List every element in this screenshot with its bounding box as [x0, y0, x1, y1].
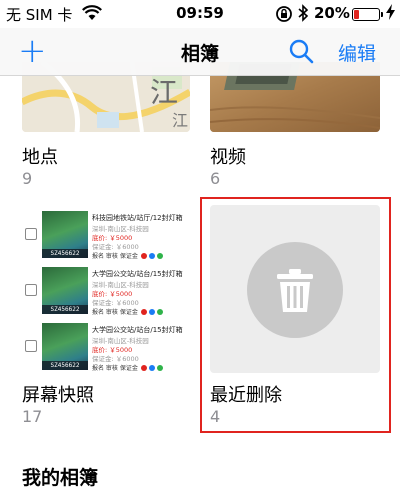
- battery-percent: 20%: [314, 4, 350, 22]
- edit-button[interactable]: 编辑: [338, 39, 376, 66]
- bluetooth-icon: [298, 4, 309, 26]
- billboard-photo: SZ456622: [42, 267, 88, 314]
- album-screenshots-name[interactable]: 屏幕快照: [22, 381, 94, 407]
- checkbox-icon: [25, 228, 37, 240]
- search-icon[interactable]: [288, 38, 314, 64]
- screenshot-list-item: SZ456622 大学园公交站/站台/15封灯箱 深圳-南山区-科技园 底价: …: [22, 323, 190, 373]
- battery-icon: [352, 8, 380, 21]
- album-screenshots-thumbnail[interactable]: SZ456622 科技园地铁站/站厅/12封灯箱 深圳-南山区-科技园 底价: …: [22, 205, 190, 373]
- album-places-name[interactable]: 地点: [22, 143, 58, 169]
- billboard-photo: SZ456622: [42, 323, 88, 370]
- status-bar: 无 SIM 卡 09:59 20%: [0, 0, 400, 28]
- section-title-my-albums: 我的相簿: [22, 467, 99, 489]
- album-videos-count: 6: [210, 169, 221, 188]
- map-label-small: 江: [172, 111, 188, 130]
- album-videos-name[interactable]: 视频: [210, 143, 246, 169]
- checkbox-icon: [25, 340, 37, 352]
- screenshot-list-item: SZ456622 科技园地铁站/站厅/12封灯箱 深圳-南山区-科技园 底价: …: [22, 211, 190, 263]
- album-screenshots-count: 17: [22, 407, 43, 426]
- billboard-photo: SZ456622: [42, 211, 88, 258]
- screenshot-list-item: SZ456622 大学园公交站/站台/15封灯箱 深圳-南山区-科技园 底价: …: [22, 267, 190, 319]
- charging-icon: [386, 4, 395, 24]
- map-label: 江: [150, 76, 178, 109]
- album-places-count: 9: [22, 169, 33, 188]
- checkbox-icon: [25, 284, 37, 296]
- rotation-lock-icon: [275, 5, 293, 27]
- nav-bar: + 相簿 编辑: [0, 28, 400, 76]
- selection-highlight-box: [200, 197, 391, 433]
